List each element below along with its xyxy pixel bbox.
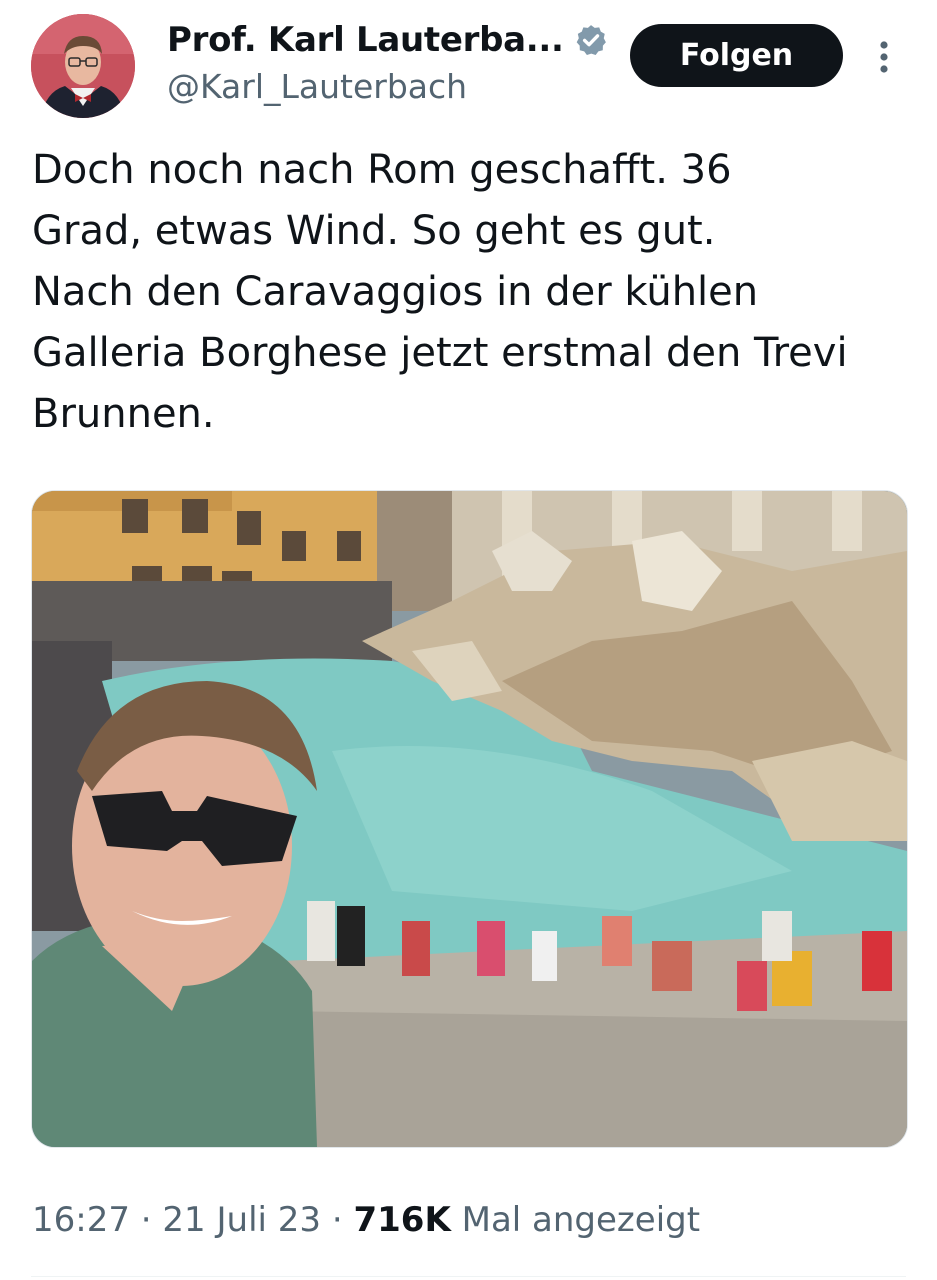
view-count-label: Mal angezeigt — [461, 1200, 701, 1240]
view-count: 716K — [353, 1200, 451, 1240]
verified-badge-icon — [576, 25, 606, 56]
author-display-name[interactable]: Prof. Karl Lauterba... — [167, 20, 564, 60]
tweet-time[interactable]: 16:27 — [32, 1200, 130, 1240]
follow-button[interactable]: Folgen — [630, 24, 843, 87]
avatar[interactable] — [31, 14, 135, 118]
trevi-fountain-selfie-image — [32, 491, 907, 1147]
author-name-row[interactable]: Prof. Karl Lauterba... — [167, 20, 608, 60]
more-options-button[interactable] — [866, 35, 902, 79]
tweet-date[interactable]: 21 Juli 23 — [162, 1200, 321, 1240]
avatar-image — [31, 14, 135, 118]
meta-separator: · — [140, 1200, 152, 1240]
meta-separator: · — [331, 1200, 343, 1240]
tweet-text: Doch noch nach Rom geschafft. 36 Grad, e… — [32, 147, 848, 437]
author-handle[interactable]: @Karl_Lauterbach — [167, 67, 467, 106]
more-vertical-icon — [880, 41, 888, 73]
tweet-meta: 16:27 · 21 Juli 23 · 716K Mal angezeigt — [32, 1200, 700, 1240]
divider — [31, 1276, 906, 1277]
tweet-photo[interactable] — [31, 490, 908, 1148]
